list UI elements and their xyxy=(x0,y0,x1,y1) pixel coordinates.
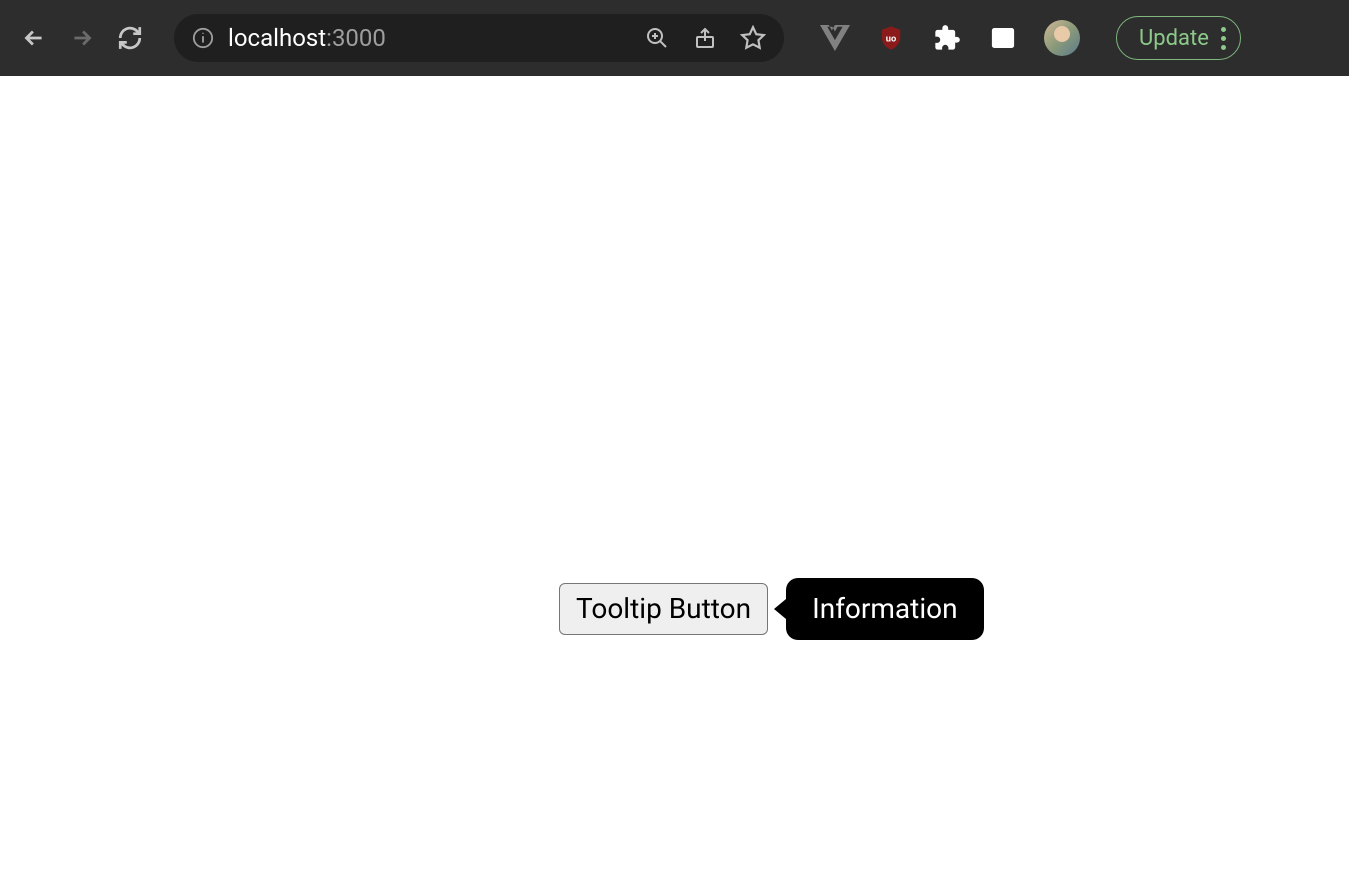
tooltip-demo: Tooltip Button Information xyxy=(559,578,984,640)
share-icon[interactable] xyxy=(692,25,718,51)
page-content: Tooltip Button Information xyxy=(0,76,1349,890)
url-host: localhost xyxy=(228,24,326,52)
address-bar[interactable]: localhost:3000 xyxy=(174,14,784,62)
bookmark-star-icon[interactable] xyxy=(740,25,766,51)
zoom-icon[interactable] xyxy=(644,25,670,51)
extensions-icon[interactable] xyxy=(932,23,962,53)
kebab-menu-icon xyxy=(1221,27,1226,50)
update-label: Update xyxy=(1139,26,1209,51)
extensions-area: uo Update xyxy=(820,16,1241,60)
forward-button[interactable] xyxy=(68,24,96,52)
url-port: :3000 xyxy=(326,24,386,52)
reload-button[interactable] xyxy=(116,24,144,52)
tooltip-button[interactable]: Tooltip Button xyxy=(559,583,768,635)
side-panel-icon[interactable] xyxy=(988,23,1018,53)
browser-toolbar: localhost:3000 uo Update xyxy=(0,0,1349,76)
profile-avatar[interactable] xyxy=(1044,20,1080,56)
ublock-icon[interactable]: uo xyxy=(876,23,906,53)
svg-text:uo: uo xyxy=(886,34,897,45)
site-info-icon[interactable] xyxy=(192,27,214,49)
tooltip-content: Information xyxy=(786,578,983,640)
vue-devtools-icon[interactable] xyxy=(820,23,850,53)
back-button[interactable] xyxy=(20,24,48,52)
update-button[interactable]: Update xyxy=(1116,16,1241,60)
address-actions xyxy=(644,25,766,51)
url-text: localhost:3000 xyxy=(228,24,386,52)
nav-buttons xyxy=(20,24,144,52)
